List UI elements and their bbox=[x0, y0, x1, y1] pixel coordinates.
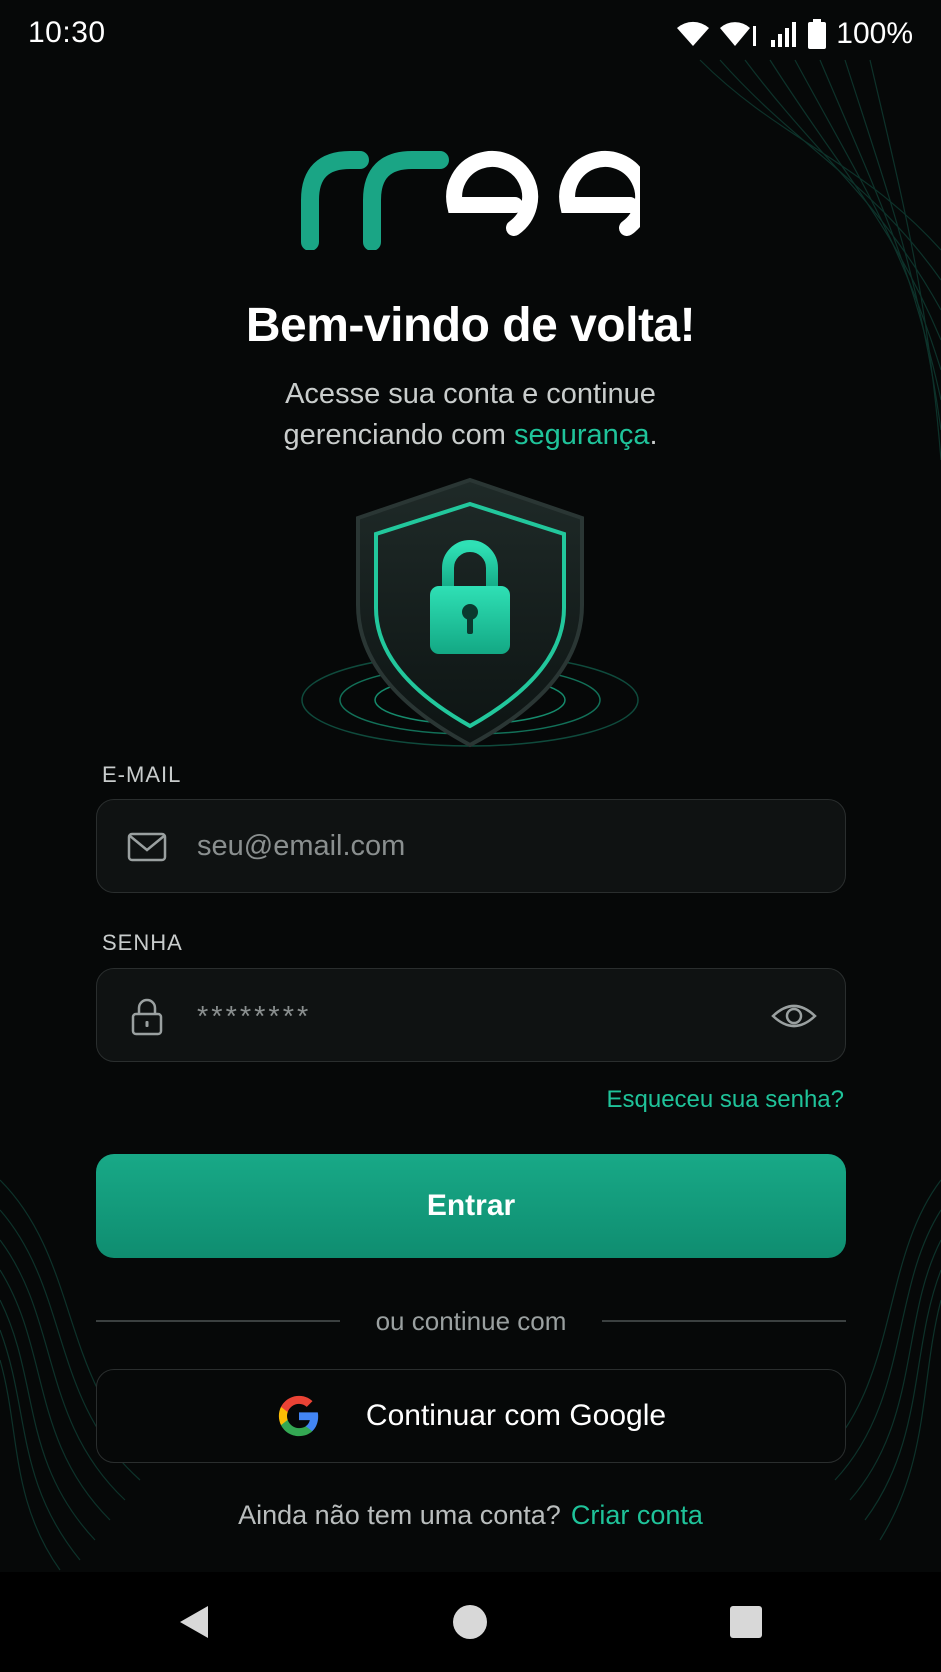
app-logo bbox=[301, 150, 640, 250]
signup-question: Ainda não tem uma conta? bbox=[238, 1500, 561, 1530]
subtitle-line-1: Acesse sua conta e continue bbox=[285, 378, 656, 410]
subtitle-accent: segurança bbox=[514, 419, 650, 451]
subtitle-prefix: gerenciando com bbox=[283, 419, 515, 451]
mail-icon bbox=[127, 832, 167, 862]
page-subtitle: Acesse sua conta e continue gerenciando … bbox=[0, 374, 941, 456]
google-button-label: Continuar com Google bbox=[365, 1399, 667, 1432]
back-icon[interactable] bbox=[174, 1602, 214, 1642]
divider-line-right bbox=[602, 1320, 846, 1322]
battery-icon bbox=[808, 19, 827, 49]
wifi-calling-icon bbox=[720, 22, 757, 46]
wifi-icon bbox=[677, 21, 710, 46]
battery-percentage: 100% bbox=[836, 17, 913, 50]
recents-icon[interactable] bbox=[726, 1602, 766, 1642]
create-account-link[interactable]: Criar conta bbox=[571, 1500, 703, 1530]
password-label: SENHA bbox=[102, 930, 183, 955]
home-icon[interactable] bbox=[450, 1602, 490, 1642]
password-value: ******** bbox=[197, 1001, 312, 1033]
page-title: Bem-vindo de volta! bbox=[245, 299, 696, 352]
subtitle-suffix: . bbox=[649, 419, 658, 451]
subtitle-line-2: gerenciando com segurança. bbox=[0, 415, 941, 456]
forgot-password-link[interactable]: Esqueceu sua senha? bbox=[606, 1086, 844, 1114]
status-bar: 10:30 100% bbox=[0, 0, 941, 68]
signup-prompt: Ainda não tem uma conta? Criar conta bbox=[0, 1500, 941, 1531]
google-signin-button[interactable]: Continuar com Google bbox=[96, 1369, 846, 1463]
status-time: 10:30 bbox=[28, 16, 106, 49]
system-navigation-bar bbox=[0, 1572, 941, 1672]
divider-text: ou continue com bbox=[375, 1306, 567, 1336]
email-placeholder: seu@email.com bbox=[197, 830, 406, 862]
password-field[interactable]: ******** bbox=[96, 968, 846, 1062]
shield-lock-icon bbox=[301, 477, 639, 748]
signal-icon bbox=[771, 22, 797, 47]
status-icons: 100% bbox=[676, 16, 913, 52]
google-icon bbox=[278, 1395, 319, 1437]
eye-icon[interactable] bbox=[771, 996, 817, 1036]
email-label: E-MAIL bbox=[102, 762, 182, 787]
lock-icon bbox=[131, 998, 163, 1036]
social-divider: ou continue com bbox=[96, 1306, 846, 1336]
email-field[interactable]: seu@email.com bbox=[96, 799, 846, 893]
login-button[interactable]: Entrar bbox=[96, 1154, 846, 1258]
login-screen: 10:30 100% Bem-vindo de volta! Acesse su… bbox=[0, 0, 941, 1672]
